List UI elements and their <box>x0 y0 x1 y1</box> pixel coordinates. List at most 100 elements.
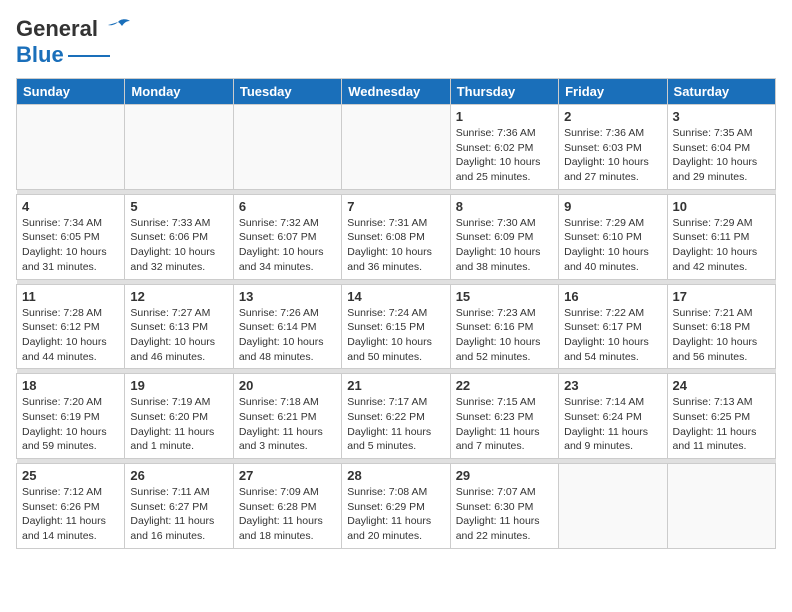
day-number: 13 <box>239 289 336 304</box>
day-info: Sunrise: 7:11 AM Sunset: 6:27 PM Dayligh… <box>130 485 227 544</box>
calendar-cell <box>17 105 125 190</box>
day-info: Sunrise: 7:26 AM Sunset: 6:14 PM Dayligh… <box>239 306 336 365</box>
day-info: Sunrise: 7:22 AM Sunset: 6:17 PM Dayligh… <box>564 306 661 365</box>
calendar-cell <box>233 105 341 190</box>
calendar-cell: 20 Sunrise: 7:18 AM Sunset: 6:21 PM Dayli… <box>233 374 341 459</box>
day-number: 22 <box>456 378 553 393</box>
weekday-header-friday: Friday <box>559 79 667 105</box>
calendar-cell: 5Sunrise: 7:33 AM Sunset: 6:06 PM Daylig… <box>125 194 233 279</box>
day-info: Sunrise: 7:17 AM Sunset: 6:22 PM Dayligh… <box>347 395 444 454</box>
calendar-cell: 26Sunrise: 7:11 AM Sunset: 6:27 PM Dayli… <box>125 464 233 549</box>
calendar-cell: 3 Sunrise: 7:35 AM Sunset: 6:04 PM Daylig… <box>667 105 775 190</box>
day-number: 4 <box>22 199 119 214</box>
day-info: Sunrise: 7:31 AM Sunset: 6:08 PM Dayligh… <box>347 216 444 275</box>
day-number: 28 <box>347 468 444 483</box>
calendar-cell: 4 Sunrise: 7:34 AM Sunset: 6:05 PM Daylig… <box>17 194 125 279</box>
day-info: Sunrise: 7:13 AM Sunset: 6:25 PM Dayligh… <box>673 395 770 454</box>
calendar-cell: 18Sunrise: 7:20 AM Sunset: 6:19 PM Dayli… <box>17 374 125 459</box>
week-row-3: 11 Sunrise: 7:28 AM Sunset: 6:12 PM Dayli… <box>17 284 776 369</box>
day-number: 23 <box>564 378 661 393</box>
day-number: 9 <box>564 199 661 214</box>
day-info: Sunrise: 7:07 AM Sunset: 6:30 PM Dayligh… <box>456 485 553 544</box>
day-number: 12 <box>130 289 227 304</box>
day-info: Sunrise: 7:14 AM Sunset: 6:24 PM Dayligh… <box>564 395 661 454</box>
weekday-header-thursday: Thursday <box>450 79 558 105</box>
calendar-cell <box>667 464 775 549</box>
day-number: 1 <box>456 109 553 124</box>
calendar-cell: 1 Sunrise: 7:36 AM Sunset: 6:02 PM Daylig… <box>450 105 558 190</box>
day-number: 21 <box>347 378 444 393</box>
day-number: 5 <box>130 199 227 214</box>
calendar-cell: 17 Sunrise: 7:21 AM Sunset: 6:18 PM Dayli… <box>667 284 775 369</box>
week-row-2: 4 Sunrise: 7:34 AM Sunset: 6:05 PM Daylig… <box>17 194 776 279</box>
day-number: 24 <box>673 378 770 393</box>
day-info: Sunrise: 7:29 AM Sunset: 6:11 PM Dayligh… <box>673 216 770 275</box>
day-info: Sunrise: 7:29 AM Sunset: 6:10 PM Dayligh… <box>564 216 661 275</box>
calendar-cell: 29 Sunrise: 7:07 AM Sunset: 6:30 PM Dayli… <box>450 464 558 549</box>
calendar-cell: 14Sunrise: 7:24 AM Sunset: 6:15 PM Dayli… <box>342 284 450 369</box>
day-info: Sunrise: 7:08 AM Sunset: 6:29 PM Dayligh… <box>347 485 444 544</box>
calendar-cell: 22 Sunrise: 7:15 AM Sunset: 6:23 PM Dayli… <box>450 374 558 459</box>
day-info: Sunrise: 7:30 AM Sunset: 6:09 PM Dayligh… <box>456 216 553 275</box>
day-info: Sunrise: 7:12 AM Sunset: 6:26 PM Dayligh… <box>22 485 119 544</box>
day-number: 16 <box>564 289 661 304</box>
day-number: 8 <box>456 199 553 214</box>
page-header: General Blue <box>16 16 776 68</box>
calendar-cell: 28 Sunrise: 7:08 AM Sunset: 6:29 PM Dayli… <box>342 464 450 549</box>
day-number: 2 <box>564 109 661 124</box>
calendar-table: SundayMondayTuesdayWednesdayThursdayFrid… <box>16 78 776 549</box>
calendar-cell: 23 Sunrise: 7:14 AM Sunset: 6:24 PM Dayli… <box>559 374 667 459</box>
day-info: Sunrise: 7:18 AM Sunset: 6:21 PM Dayligh… <box>239 395 336 454</box>
calendar-cell <box>125 105 233 190</box>
calendar-cell: 16 Sunrise: 7:22 AM Sunset: 6:17 PM Dayli… <box>559 284 667 369</box>
calendar-cell: 25 Sunrise: 7:12 AM Sunset: 6:26 PM Dayli… <box>17 464 125 549</box>
week-row-4: 18Sunrise: 7:20 AM Sunset: 6:19 PM Dayli… <box>17 374 776 459</box>
calendar-cell <box>342 105 450 190</box>
weekday-header-tuesday: Tuesday <box>233 79 341 105</box>
day-number: 19 <box>130 378 227 393</box>
logo-text: General <box>16 16 98 42</box>
calendar-cell: 24 Sunrise: 7:13 AM Sunset: 6:25 PM Dayli… <box>667 374 775 459</box>
day-info: Sunrise: 7:35 AM Sunset: 6:04 PM Dayligh… <box>673 126 770 185</box>
day-info: Sunrise: 7:09 AM Sunset: 6:28 PM Dayligh… <box>239 485 336 544</box>
day-info: Sunrise: 7:15 AM Sunset: 6:23 PM Dayligh… <box>456 395 553 454</box>
day-info: Sunrise: 7:32 AM Sunset: 6:07 PM Dayligh… <box>239 216 336 275</box>
day-info: Sunrise: 7:20 AM Sunset: 6:19 PM Dayligh… <box>22 395 119 454</box>
weekday-header-saturday: Saturday <box>667 79 775 105</box>
calendar-cell: 6 Sunrise: 7:32 AM Sunset: 6:07 PM Daylig… <box>233 194 341 279</box>
logo-blue-text: Blue <box>16 42 64 68</box>
logo: General Blue <box>16 16 132 68</box>
calendar-cell: 7 Sunrise: 7:31 AM Sunset: 6:08 PM Daylig… <box>342 194 450 279</box>
calendar-cell: 15 Sunrise: 7:23 AM Sunset: 6:16 PM Dayli… <box>450 284 558 369</box>
day-info: Sunrise: 7:27 AM Sunset: 6:13 PM Dayligh… <box>130 306 227 365</box>
day-info: Sunrise: 7:23 AM Sunset: 6:16 PM Dayligh… <box>456 306 553 365</box>
day-number: 3 <box>673 109 770 124</box>
day-number: 25 <box>22 468 119 483</box>
day-number: 7 <box>347 199 444 214</box>
day-number: 6 <box>239 199 336 214</box>
weekday-header-row: SundayMondayTuesdayWednesdayThursdayFrid… <box>17 79 776 105</box>
day-number: 17 <box>673 289 770 304</box>
weekday-header-wednesday: Wednesday <box>342 79 450 105</box>
calendar-cell: 10 Sunrise: 7:29 AM Sunset: 6:11 PM Dayli… <box>667 194 775 279</box>
calendar-cell: 8 Sunrise: 7:30 AM Sunset: 6:09 PM Daylig… <box>450 194 558 279</box>
day-info: Sunrise: 7:28 AM Sunset: 6:12 PM Dayligh… <box>22 306 119 365</box>
calendar-cell: 11 Sunrise: 7:28 AM Sunset: 6:12 PM Dayli… <box>17 284 125 369</box>
day-info: Sunrise: 7:19 AM Sunset: 6:20 PM Dayligh… <box>130 395 227 454</box>
calendar-cell: 2Sunrise: 7:36 AM Sunset: 6:03 PM Daylig… <box>559 105 667 190</box>
calendar-cell: 27Sunrise: 7:09 AM Sunset: 6:28 PM Dayli… <box>233 464 341 549</box>
day-info: Sunrise: 7:24 AM Sunset: 6:15 PM Dayligh… <box>347 306 444 365</box>
day-info: Sunrise: 7:34 AM Sunset: 6:05 PM Dayligh… <box>22 216 119 275</box>
week-row-5: 25 Sunrise: 7:12 AM Sunset: 6:26 PM Dayli… <box>17 464 776 549</box>
logo-bird-icon <box>104 18 132 40</box>
day-info: Sunrise: 7:21 AM Sunset: 6:18 PM Dayligh… <box>673 306 770 365</box>
day-number: 10 <box>673 199 770 214</box>
day-info: Sunrise: 7:36 AM Sunset: 6:02 PM Dayligh… <box>456 126 553 185</box>
day-number: 20 <box>239 378 336 393</box>
day-number: 15 <box>456 289 553 304</box>
weekday-header-sunday: Sunday <box>17 79 125 105</box>
day-number: 29 <box>456 468 553 483</box>
calendar-cell: 19 Sunrise: 7:19 AM Sunset: 6:20 PM Dayli… <box>125 374 233 459</box>
day-number: 11 <box>22 289 119 304</box>
calendar-cell: 12 Sunrise: 7:27 AM Sunset: 6:13 PM Dayli… <box>125 284 233 369</box>
